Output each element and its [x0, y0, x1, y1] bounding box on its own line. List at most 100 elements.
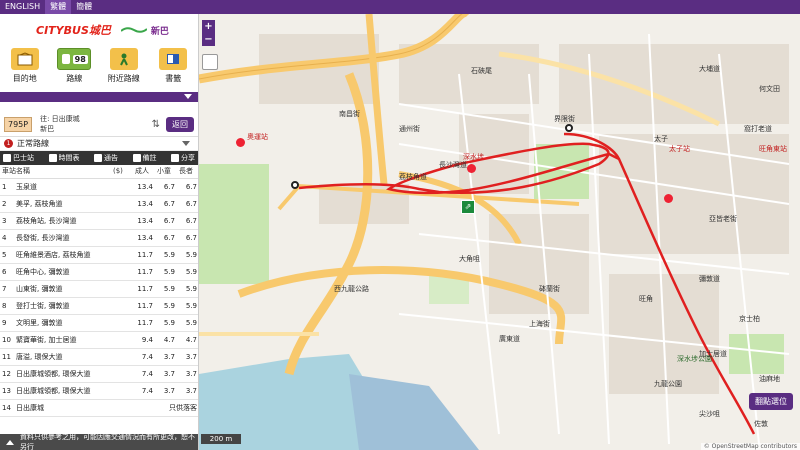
fare-currency-cell [111, 348, 133, 366]
stop-name: 旺角中心, 彌敦道 [14, 263, 111, 281]
map-label: 南昌街 [339, 110, 360, 118]
fare-child: 5.9 [155, 263, 177, 281]
fare-child: 3.7 [155, 348, 177, 366]
zoom-in-button[interactable]: + [202, 20, 215, 33]
zoom-out-button[interactable]: − [202, 33, 215, 46]
stop-number: 7 [0, 280, 14, 298]
fare-adult: 7.4 [133, 348, 155, 366]
route-number: 795P [4, 116, 33, 132]
tab-english[interactable]: ENGLISH [0, 0, 45, 14]
remark-label: 備註 [142, 154, 157, 162]
notice-label: 通告 [104, 154, 118, 162]
disclaimer-bar[interactable]: 資料只供參考之用，可能因應交通情況而有所更改，恕不另行 [0, 433, 198, 450]
stop-number: 13 [0, 382, 14, 400]
swap-direction-icon[interactable]: ⇅ [152, 119, 160, 130]
fare-senior: 3.7 [177, 348, 198, 366]
route-start-marker[interactable]: ⇗ [461, 200, 475, 214]
col-child: 小童 [155, 165, 177, 179]
fare-currency-cell [111, 229, 133, 247]
map-label: 廣東道 [499, 335, 520, 343]
fare-senior: 3.7 [177, 382, 198, 400]
table-row[interactable]: 9 文明里, 彌敦道 11.7 5.9 5.9 [0, 314, 198, 332]
fare-child: 6.7 [155, 212, 177, 230]
map-label: 窩打老道 [744, 125, 772, 133]
stop-name: 登打士街, 彌敦道 [14, 297, 111, 315]
stop-number: 1 [0, 178, 14, 196]
back-button[interactable]: 返回 [166, 116, 194, 132]
bus-stop-marker[interactable] [291, 181, 299, 189]
nav-destination-label: 目的地 [12, 74, 37, 83]
map-label: 何文田 [759, 85, 780, 93]
fare-child: 5.9 [155, 297, 177, 315]
fare-adult: 11.7 [133, 246, 155, 264]
tab-traditional-chinese[interactable]: 繁體 [45, 0, 72, 14]
nwfb-wave-icon [120, 27, 147, 33]
fare-child: 3.7 [155, 365, 177, 383]
fare-currency-cell [111, 263, 133, 281]
service-selector[interactable]: 1 正常路線 [0, 137, 198, 151]
fare-adult: 7.4 [133, 382, 155, 400]
stop-number: 2 [0, 195, 14, 213]
stop-number: 5 [0, 246, 14, 264]
remark-button[interactable]: 備註 [132, 153, 157, 163]
table-row[interactable]: 7 山東街, 彌敦道 11.7 5.9 5.9 [0, 280, 198, 298]
fare-senior: 5.9 [177, 280, 198, 298]
bus-stop-button[interactable]: 巴士站 [3, 153, 34, 163]
table-row[interactable]: 4 長發街, 長沙灣道 13.4 6.7 6.7 [0, 229, 198, 247]
table-row[interactable]: 11 唐溢, 環保大道 7.4 3.7 3.7 [0, 348, 198, 366]
nav-nearby[interactable]: 附近路線 [104, 48, 144, 84]
table-row[interactable]: 13 日出康城領都, 環保大道 7.4 3.7 3.7 [0, 382, 198, 400]
fare-currency-cell [111, 195, 133, 213]
map-label: 太子站 [669, 145, 690, 153]
bus-stop-icon [3, 154, 11, 162]
table-row[interactable]: 3 荔枝角站, 長沙灣道 13.4 6.7 6.7 [0, 212, 198, 230]
nav-nearby-label: 附近路線 [107, 74, 140, 83]
service-label: 正常路線 [17, 139, 49, 148]
map-label: 界限街 [554, 115, 575, 123]
map-label: 亞皆老街 [709, 215, 737, 223]
stop-number: 12 [0, 365, 14, 383]
fare-child: 4.7 [155, 331, 177, 349]
table-row[interactable]: 8 登打士街, 彌敦道 11.7 5.9 5.9 [0, 297, 198, 315]
stop-name: 文明里, 彌敦道 [14, 314, 111, 332]
table-row[interactable]: 5 旺角維景酒店, 荔枝角道 11.7 5.9 5.9 [0, 246, 198, 264]
left-panel: CITYBUS城巴 新巴 目的地 98 路線 附近路線 書籤 795P 往: 日… [0, 14, 199, 450]
timetable-button[interactable]: 時間表 [48, 153, 80, 163]
nav-bookmark[interactable]: 書籤 [153, 48, 193, 84]
bookmark-icon [159, 48, 188, 70]
tab-simplified-chinese[interactable]: 簡體 [71, 0, 97, 14]
fare-currency-cell [111, 365, 133, 383]
layers-icon[interactable] [202, 54, 218, 70]
notice-button[interactable]: 通告 [94, 153, 118, 163]
bus-stop-marker[interactable] [565, 124, 573, 132]
chevron-up-icon [6, 439, 14, 445]
nav-route[interactable]: 98 路線 [54, 48, 94, 84]
jump-to-location-button[interactable]: 翻點選位 [749, 393, 793, 410]
map-copyright: © OpenStreetMap contributors [700, 443, 800, 450]
fare-child: 6.7 [155, 229, 177, 247]
table-row[interactable]: 12 日出康城領都, 環保大道 7.4 3.7 3.7 [0, 365, 198, 383]
share-label: 分享 [181, 154, 195, 162]
share-button[interactable]: 分享 [171, 153, 195, 163]
table-row[interactable]: 10 緊寶華街, 加士居道 9.4 4.7 4.7 [0, 331, 198, 349]
table-row[interactable]: 1 玉泉道 13.4 6.7 6.7 [0, 178, 198, 196]
stop-name: 旺角維景酒店, 荔枝角道 [14, 246, 111, 264]
table-header-row: 車站名稱 ($) 成人 小童 長者 [0, 165, 198, 179]
fare-senior: 3.7 [177, 365, 198, 383]
stop-number: 9 [0, 314, 14, 332]
table-row[interactable]: 6 旺角中心, 彌敦道 11.7 5.9 5.9 [0, 263, 198, 281]
mtr-station-icon [236, 138, 245, 147]
stop-number: 4 [0, 229, 14, 247]
collapse-bar[interactable] [0, 92, 198, 102]
route-header: 795P 往: 日出康城 新巴 ⇅ 返回 [0, 112, 198, 137]
map-label: 深水埗 [463, 153, 484, 161]
table-row[interactable]: 2 美孚, 荔枝角道 13.4 6.7 6.7 [0, 195, 198, 213]
nav-destination[interactable]: 目的地 [5, 48, 45, 84]
fare-adult: 9.4 [133, 331, 155, 349]
table-row[interactable]: 14 日出康城 只供落客 [0, 399, 198, 417]
route-map[interactable]: 石硤尾 南昌街 大埔道 界限街 通州街 長沙灣道 荔枝角道 深水埗 大角咀 旺角… [199, 14, 800, 450]
stop-name: 美孚, 荔枝角道 [14, 195, 111, 213]
stop-name: 玉泉道 [14, 178, 111, 196]
map-label: 西九龍公路 [334, 285, 369, 293]
map-label: 奧運站 [247, 133, 268, 141]
